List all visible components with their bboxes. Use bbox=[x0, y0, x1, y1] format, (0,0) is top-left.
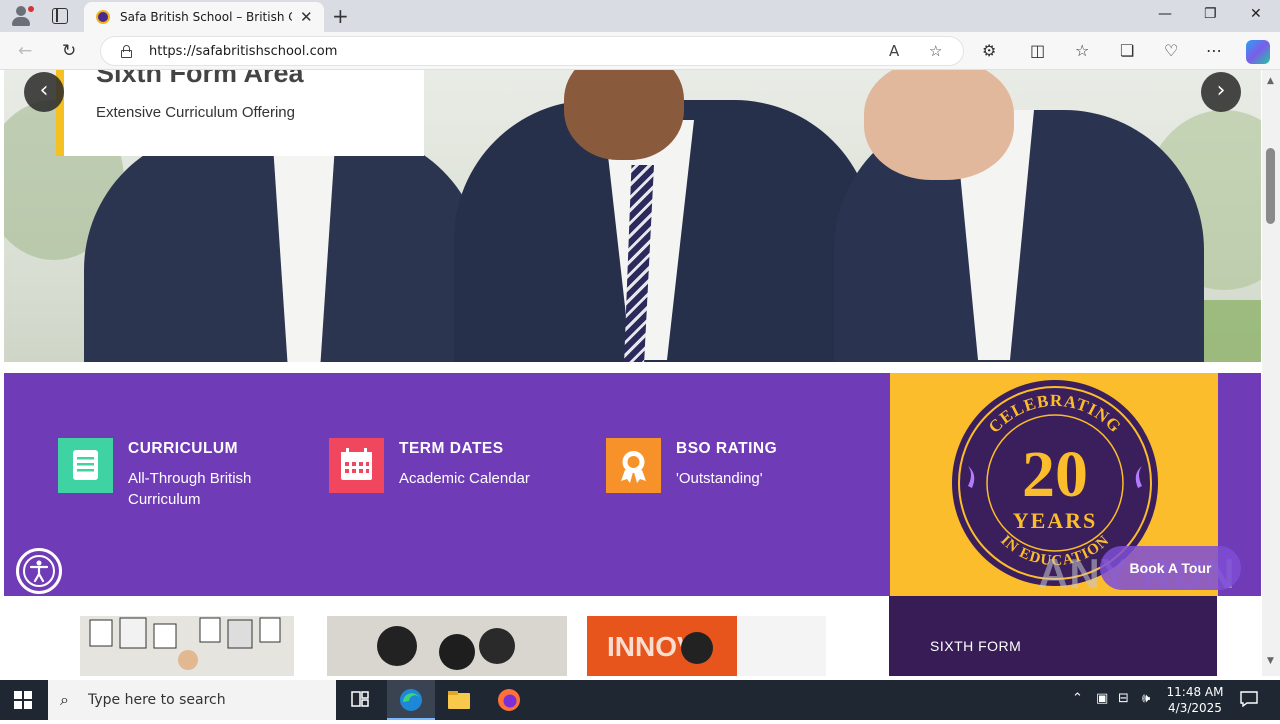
scrollbar-thumb[interactable] bbox=[1266, 148, 1275, 224]
volume-icon[interactable]: 🕪 bbox=[1142, 691, 1150, 706]
slider-prev-button[interactable]: ‹ bbox=[24, 72, 64, 112]
accessibility-button[interactable] bbox=[16, 548, 62, 594]
news-section: INNOV SIXTH FORM bbox=[0, 596, 1262, 676]
close-tab-icon[interactable]: ✕ bbox=[300, 8, 313, 26]
refresh-icon[interactable]: ↻ bbox=[62, 41, 76, 61]
slider-next-button[interactable]: › bbox=[1201, 72, 1241, 112]
book-tour-button[interactable]: Book A Tour bbox=[1100, 546, 1241, 590]
news-photo-students[interactable] bbox=[327, 616, 567, 676]
favorites-icon[interactable]: ☆ bbox=[1075, 41, 1089, 60]
seal-number: 20 bbox=[1022, 438, 1088, 511]
address-bar[interactable]: https://safabritishschool.com A ☆ bbox=[100, 36, 964, 66]
new-tab-button[interactable]: + bbox=[332, 4, 349, 28]
network-icon[interactable]: ⊟ bbox=[1118, 691, 1129, 706]
taskbar-search-box[interactable]: ⌕ Type here to search bbox=[48, 680, 336, 720]
page-scrollbar[interactable]: ▲ ▼ bbox=[1262, 70, 1280, 676]
url-text[interactable]: https://safabritishschool.com bbox=[149, 44, 337, 59]
copilot-icon[interactable] bbox=[1246, 40, 1270, 64]
book-icon bbox=[58, 438, 113, 493]
scroll-up-icon[interactable]: ▲ bbox=[1267, 76, 1274, 86]
hero-slider: Sixth Form Area Extensive Curriculum Off… bbox=[4, 70, 1261, 362]
windows-start-icon[interactable] bbox=[14, 691, 32, 709]
taskbar-clock[interactable]: 11:48 AM 4/3/2025 bbox=[1160, 684, 1230, 716]
profile-icon[interactable] bbox=[10, 6, 34, 26]
sixth-form-label: SIXTH FORM bbox=[930, 638, 1022, 654]
minimize-button[interactable]: — bbox=[1158, 6, 1172, 22]
favorite-star-icon[interactable]: ☆ bbox=[929, 42, 942, 60]
tab-title: Safa British School – British Curri bbox=[120, 10, 292, 24]
slide-caption: Sixth Form Area Extensive Curriculum Off… bbox=[56, 70, 424, 156]
sixth-form-card[interactable]: SIXTH FORM bbox=[889, 596, 1217, 676]
news-photo-art[interactable] bbox=[80, 616, 294, 676]
notification-icon[interactable] bbox=[1240, 691, 1258, 711]
search-placeholder: Type here to search bbox=[88, 692, 226, 708]
back-icon[interactable]: ← bbox=[18, 41, 32, 61]
tab-actions-icon[interactable] bbox=[52, 8, 68, 24]
feature-desc: All-Through British Curriculum bbox=[128, 470, 252, 508]
edge-browser-icon[interactable] bbox=[387, 680, 435, 720]
tray-device-icon[interactable]: ▣ bbox=[1096, 691, 1108, 706]
feature-desc: 'Outstanding' bbox=[676, 470, 763, 487]
calendar-icon bbox=[329, 438, 384, 493]
award-icon bbox=[606, 438, 661, 493]
feature-desc: Academic Calendar bbox=[399, 470, 530, 487]
firefox-icon[interactable] bbox=[485, 680, 533, 720]
lock-icon[interactable] bbox=[121, 45, 132, 58]
task-view-icon[interactable] bbox=[336, 680, 384, 720]
browser-tab[interactable]: Safa British School – British Curri ✕ bbox=[84, 2, 324, 32]
split-screen-icon[interactable]: ◫ bbox=[1030, 41, 1045, 60]
read-aloud-icon[interactable]: A bbox=[889, 42, 899, 60]
file-explorer-icon[interactable] bbox=[435, 680, 483, 720]
windows-taskbar: ⌕ Type here to search ⌃ ▣ ⊟ 🕪 11:48 AM 4… bbox=[0, 680, 1280, 720]
scroll-down-icon[interactable]: ▼ bbox=[1267, 656, 1274, 666]
browser-tab-bar: Safa British School – British Curri ✕ + … bbox=[0, 0, 1280, 32]
seal-years: YEARS bbox=[1013, 508, 1098, 533]
feature-title: CURRICULUM bbox=[128, 440, 239, 457]
feature-title: TERM DATES bbox=[399, 440, 504, 457]
clock-date: 4/3/2025 bbox=[1168, 701, 1222, 715]
site-favicon-icon bbox=[96, 10, 110, 24]
settings-more-icon[interactable]: ⋯ bbox=[1206, 41, 1222, 60]
restore-button[interactable]: ❐ bbox=[1204, 6, 1217, 22]
slide-subtitle: Extensive Curriculum Offering bbox=[96, 104, 295, 121]
address-toolbar: ← ↻ https://safabritishschool.com A ☆ ⚙ … bbox=[0, 32, 1280, 70]
slide-title: Sixth Form Area bbox=[96, 70, 304, 88]
clock-time: 11:48 AM bbox=[1166, 685, 1224, 699]
browser-essentials-icon[interactable]: ♡ bbox=[1164, 41, 1178, 60]
news-photo-innovate[interactable]: INNOV bbox=[587, 616, 826, 676]
tray-expand-icon[interactable]: ⌃ bbox=[1072, 691, 1083, 706]
search-icon: ⌕ bbox=[60, 690, 69, 709]
extensions-icon[interactable]: ⚙ bbox=[982, 41, 996, 60]
accessibility-icon bbox=[23, 555, 55, 587]
window-close-button[interactable]: ✕ bbox=[1250, 6, 1262, 22]
collections-icon[interactable]: ❏ bbox=[1120, 41, 1134, 60]
feature-title: BSO RATING bbox=[676, 440, 778, 457]
